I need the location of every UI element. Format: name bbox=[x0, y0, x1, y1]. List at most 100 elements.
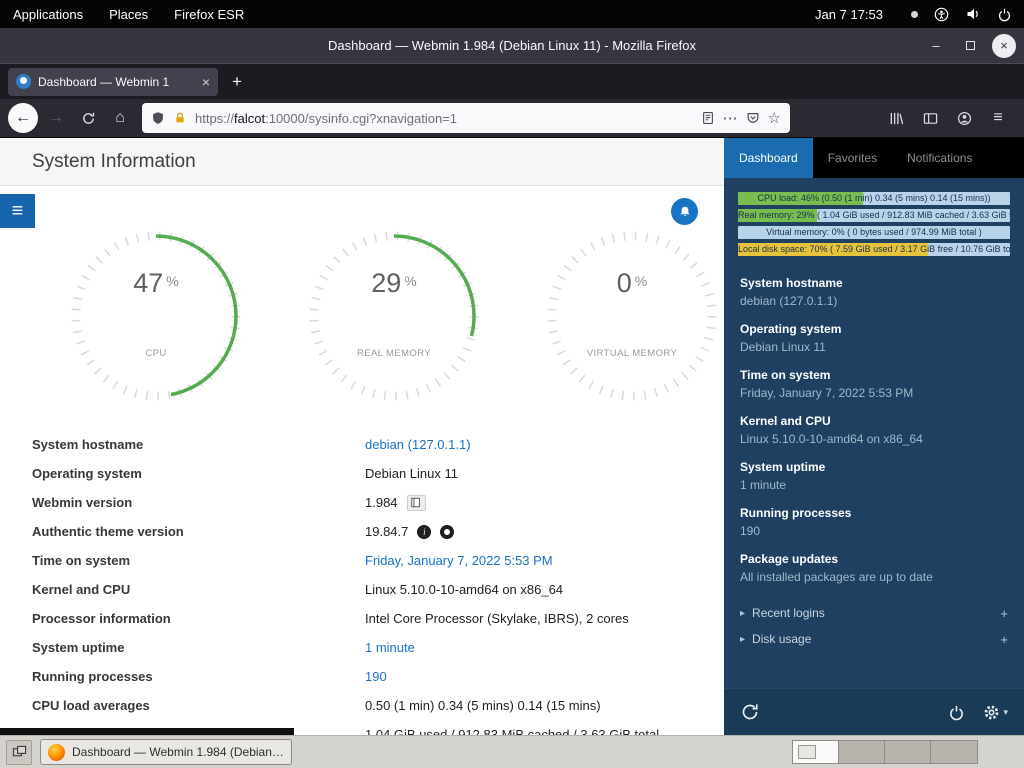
list-item: Kernel and CPU Linux 5.10.0-10-amd64 on … bbox=[740, 414, 1008, 446]
cpu-load-meter[interactable]: CPU load: 46% (0.50 (1 min) 0.34 (5 mins… bbox=[738, 192, 1010, 205]
sidebar-collapsibles: ▸ Recent logins + ▸ Disk usage + bbox=[724, 598, 1024, 652]
tab-notifications[interactable]: Notifications bbox=[892, 138, 987, 178]
list-item: Time on system Friday, January 7, 2022 5… bbox=[740, 368, 1008, 400]
workspace-2[interactable] bbox=[839, 741, 885, 763]
window-titlebar[interactable]: Dashboard — Webmin 1.984 (Debian Linux 1… bbox=[0, 28, 1024, 64]
lock-warning-icon[interactable] bbox=[173, 111, 187, 125]
logout-power-icon bbox=[948, 704, 965, 721]
windows-icon bbox=[12, 745, 27, 759]
webmin-sidebar: Dashboard Favorites Notifications CPU lo… bbox=[724, 138, 1024, 735]
tab-title: Dashboard — Webmin 1 bbox=[38, 75, 195, 89]
sidebars-icon[interactable] bbox=[916, 104, 944, 132]
chevron-right-icon: ▸ bbox=[740, 634, 745, 645]
table-row: Running processes 190 bbox=[0, 662, 724, 691]
github-icon[interactable] bbox=[440, 525, 454, 539]
gauges-row: 47% CPU 29% REAL MEMORY 0% bbox=[0, 230, 724, 402]
tab-favorites[interactable]: Favorites bbox=[813, 138, 892, 178]
applications-menu[interactable]: Applications bbox=[0, 0, 96, 28]
toolbar-right: ≡ bbox=[882, 104, 1016, 132]
minimize-button[interactable]: – bbox=[924, 34, 948, 58]
reader-mode-icon[interactable] bbox=[701, 111, 715, 125]
webmin-changelog-icon[interactable] bbox=[407, 495, 426, 511]
browser-tab-bar: Dashboard — Webmin 1 × + bbox=[0, 64, 1024, 99]
pocket-icon[interactable] bbox=[746, 111, 760, 125]
real-memory-gauge: 29% REAL MEMORY bbox=[308, 230, 480, 402]
workspace-1[interactable] bbox=[793, 741, 839, 763]
refresh-icon bbox=[740, 702, 760, 722]
new-tab-button[interactable]: + bbox=[224, 69, 250, 95]
table-row: Authentic theme version 19.84.7 i bbox=[0, 517, 724, 546]
browser-nav-bar: ← → ⌂ https://falcot:10000/sysinfo.cgi?x… bbox=[0, 99, 1024, 138]
recent-logins-toggle[interactable]: ▸ Recent logins + bbox=[740, 600, 1008, 626]
tab-close-icon[interactable]: × bbox=[202, 75, 210, 89]
account-icon[interactable] bbox=[950, 104, 978, 132]
virtual-memory-meter[interactable]: Virtual memory: 0% ( 0 bytes used / 974.… bbox=[738, 226, 1010, 239]
page-title: System Information bbox=[32, 151, 196, 173]
tracking-shield-icon[interactable] bbox=[151, 111, 165, 125]
table-row: System hostname debian (127.0.1.1) bbox=[0, 430, 724, 459]
uptime-link[interactable]: 1 minute bbox=[365, 640, 415, 655]
theme-info-icon[interactable]: i bbox=[417, 525, 431, 539]
real-memory-meter[interactable]: Real memory: 29% ( 1.04 GiB used / 912.8… bbox=[738, 209, 1010, 222]
system-info-table: System hostname debian (127.0.1.1) Opera… bbox=[0, 430, 724, 735]
recording-dot-icon bbox=[911, 11, 918, 18]
expand-plus-icon[interactable]: + bbox=[1000, 632, 1008, 647]
logout-button[interactable] bbox=[948, 704, 965, 721]
gauge-value: 29% bbox=[308, 268, 480, 299]
forward-button[interactable]: → bbox=[42, 104, 70, 132]
list-item: System hostname debian (127.0.1.1) bbox=[740, 276, 1008, 308]
url-text[interactable]: https://falcot:10000/sysinfo.cgi?xnaviga… bbox=[195, 111, 693, 126]
expand-plus-icon[interactable]: + bbox=[1000, 606, 1008, 621]
sidebar-toggle-button[interactable]: ≡ bbox=[0, 194, 35, 228]
reload-button[interactable] bbox=[74, 104, 102, 132]
browser-tab[interactable]: Dashboard — Webmin 1 × bbox=[8, 68, 218, 96]
chevron-right-icon: ▸ bbox=[740, 608, 745, 619]
disk-usage-toggle[interactable]: ▸ Disk usage + bbox=[740, 626, 1008, 652]
settings-button[interactable]: ▾ bbox=[983, 704, 1008, 721]
clipped-dark-strip bbox=[0, 728, 294, 735]
list-item: Operating system Debian Linux 11 bbox=[740, 322, 1008, 354]
processes-link[interactable]: 190 bbox=[365, 669, 387, 684]
window-list-button[interactable]: Dashboard — Webmin 1.984 (Debian Linux 1… bbox=[40, 739, 292, 765]
time-link[interactable]: Friday, January 7, 2022 5:53 PM bbox=[365, 553, 553, 568]
places-menu[interactable]: Places bbox=[96, 0, 161, 28]
gnome-top-bar: Applications Places Firefox ESR Jan 7 17… bbox=[0, 0, 1024, 28]
page-actions-icon[interactable]: ⋯ bbox=[723, 109, 738, 127]
gauge-value: 0% bbox=[546, 268, 718, 299]
virtual-memory-gauge: 0% VIRTUAL MEMORY bbox=[546, 230, 718, 402]
gauge-label: VIRTUAL MEMORY bbox=[546, 348, 718, 359]
sidebar-footer: ▾ bbox=[724, 688, 1024, 735]
volume-icon[interactable] bbox=[965, 6, 981, 22]
refresh-button[interactable] bbox=[740, 702, 760, 722]
accessibility-icon[interactable] bbox=[934, 7, 949, 22]
library-icon[interactable] bbox=[882, 104, 910, 132]
tab-dashboard[interactable]: Dashboard bbox=[724, 138, 813, 178]
workspace-3[interactable] bbox=[885, 741, 931, 763]
show-desktop-button[interactable] bbox=[6, 740, 32, 765]
table-row: Processor information Intel Core Process… bbox=[0, 604, 724, 633]
table-row: Webmin version 1.984 bbox=[0, 488, 724, 517]
list-item: Package updates All installed packages a… bbox=[740, 552, 1008, 584]
page-header: System Information bbox=[0, 138, 724, 186]
bookmark-star-icon[interactable]: ☆ bbox=[768, 109, 781, 127]
workspace-switcher bbox=[792, 740, 978, 764]
desktop: Applications Places Firefox ESR Jan 7 17… bbox=[0, 0, 1024, 768]
home-button[interactable]: ⌂ bbox=[106, 104, 134, 132]
back-button[interactable]: ← bbox=[8, 103, 38, 133]
firefox-esr-menu[interactable]: Firefox ESR bbox=[161, 0, 257, 28]
power-icon[interactable] bbox=[997, 7, 1012, 22]
clock[interactable]: Jan 7 17:53 bbox=[805, 7, 893, 22]
window-controls: – × bbox=[924, 28, 1016, 63]
status-tray bbox=[893, 6, 1024, 22]
menu-hamburger-icon[interactable]: ≡ bbox=[984, 104, 1012, 132]
close-button[interactable]: × bbox=[992, 34, 1016, 58]
notifications-bell-button[interactable] bbox=[671, 198, 698, 225]
maximize-button[interactable] bbox=[958, 34, 982, 58]
workspace-4[interactable] bbox=[931, 741, 977, 763]
disk-space-meter[interactable]: Local disk space: 70% ( 7.59 GiB used / … bbox=[738, 243, 1010, 256]
gnome-taskbar: Dashboard — Webmin 1.984 (Debian Linux 1… bbox=[0, 735, 1024, 768]
table-row: Time on system Friday, January 7, 2022 5… bbox=[0, 546, 724, 575]
url-bar[interactable]: https://falcot:10000/sysinfo.cgi?xnaviga… bbox=[142, 103, 790, 133]
hostname-link[interactable]: debian (127.0.1.1) bbox=[365, 437, 471, 452]
table-row: Operating system Debian Linux 11 bbox=[0, 459, 724, 488]
